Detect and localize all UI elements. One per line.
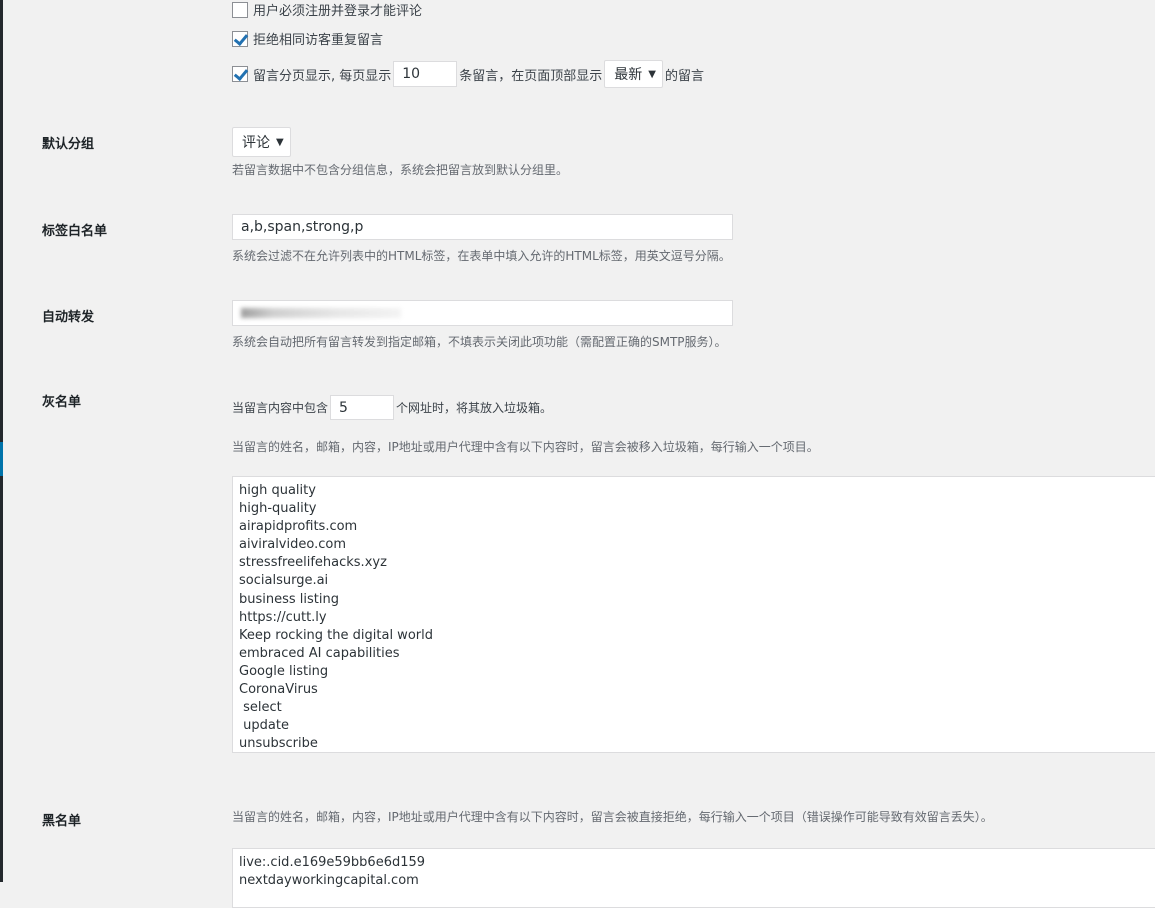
- default-group-label: 默认分组: [42, 137, 95, 152]
- paginate-end-label: 的留言: [664, 68, 704, 84]
- greylist-label: 灰名单: [42, 395, 82, 410]
- require-login-label: 用户必须注册并登录才能评论: [253, 4, 423, 19]
- redacted-email: [241, 308, 401, 318]
- textarea-line: update: [239, 718, 289, 734]
- links-prefix: 当留言内容中包含: [232, 401, 329, 415]
- auto-forward-desc: 系统会自动把所有留言转发到指定邮箱，不填表示关闭此项功能（需配置正确的SMTP服…: [232, 335, 727, 349]
- order-select[interactable]: 最新 ▼: [604, 60, 663, 88]
- tag-whitelist-desc: 系统会过滤不在允许列表中的HTML标签，在表单中填入允许的HTML标签，用英文逗…: [232, 249, 731, 263]
- blacklist-desc: 当留言的姓名，邮箱，内容，IP地址或用户代理中含有以下内容时，留言会被直接拒绝，…: [232, 810, 993, 824]
- textarea-line: high quality: [239, 483, 316, 498]
- chevron-down-icon: ▼: [648, 68, 656, 80]
- greylist-textarea[interactable]: high quality high-quality airapidprofits.c…: [232, 476, 1155, 753]
- textarea-line: business listing: [239, 591, 339, 607]
- textarea-line: nextdayworkingcapital.com: [239, 873, 419, 889]
- default-group-field: 评论 ▼: [232, 127, 291, 157]
- textarea-line: select: [239, 700, 282, 716]
- textarea-line: Google listing: [239, 663, 329, 679]
- textarea-line: socialsurge.ai: [239, 573, 329, 589]
- default-group-value: 评论: [242, 135, 270, 151]
- textarea-line: live:.cid.e169e59bb6e6d159: [239, 855, 426, 870]
- tag-whitelist-input[interactable]: a,b,span,strong,p: [232, 214, 733, 240]
- default-group-desc: 若留言数据中不包含分组信息，系统会把留言放到默认分组里。: [232, 163, 569, 177]
- textarea-line: high-quality: [239, 501, 317, 517]
- max-links-input[interactable]: 5: [330, 395, 395, 420]
- textarea-line: unsubscribe: [239, 736, 318, 752]
- auto-forward-label: 自动转发: [42, 310, 95, 325]
- textarea-line: https://cutt.ly: [239, 609, 327, 625]
- paginate-mid-label: 条留言，在页面顶部显示: [459, 68, 603, 84]
- require-login-option[interactable]: 用户必须注册并登录才能评论: [232, 0, 422, 19]
- active-menu-indicator: [0, 442, 3, 476]
- reject-duplicate-label: 拒绝相同访客重复留言: [253, 33, 384, 48]
- paginate-checkbox[interactable]: [232, 66, 248, 82]
- per-page-input[interactable]: 10: [393, 61, 458, 87]
- textarea-line: aiviralvideo.com: [239, 537, 346, 553]
- greylist-desc: 当留言的姓名，邮箱，内容，IP地址或用户代理中含有以下内容时，留言会被移入垃圾箱…: [232, 440, 819, 454]
- chevron-down-icon: ▼: [276, 136, 284, 148]
- textarea-line: Keep rocking the digital world: [239, 627, 433, 643]
- blacklist-label: 黑名单: [42, 814, 82, 829]
- require-login-checkbox[interactable]: [232, 1, 248, 18]
- default-group-select[interactable]: 评论 ▼: [232, 127, 291, 157]
- paginate-label: 留言分页显示, 每页显示: [253, 68, 392, 84]
- textarea-line: stressfreelifehacks.xyz: [239, 555, 387, 571]
- blacklist-textarea[interactable]: live:.cid.e169e59bb6e6d159 nextdayworking…: [232, 848, 1155, 908]
- textarea-line: airapidprofits.com: [239, 519, 358, 535]
- admin-sidebar-edge: [0, 0, 3, 882]
- order-value: 最新: [614, 67, 643, 83]
- textarea-line: embraced AI capabilities: [239, 645, 400, 661]
- reject-duplicate-checkbox[interactable]: [232, 30, 248, 47]
- links-suffix: 个网址时，将其放入垃圾箱。: [396, 401, 553, 415]
- auto-forward-email-input[interactable]: [232, 300, 733, 326]
- textarea-line: CoronaVirus: [239, 682, 318, 698]
- tag-whitelist-label: 标签白名单: [42, 224, 108, 239]
- reject-duplicate-option[interactable]: 拒绝相同访客重复留言: [232, 29, 383, 48]
- paginate-option: 留言分页显示, 每页显示 10 条留言，在页面顶部显示 最新 ▼ 的留言: [232, 60, 704, 88]
- greylist-links-row: 当留言内容中包含 5 个网址时，将其放入垃圾箱。: [232, 395, 552, 420]
